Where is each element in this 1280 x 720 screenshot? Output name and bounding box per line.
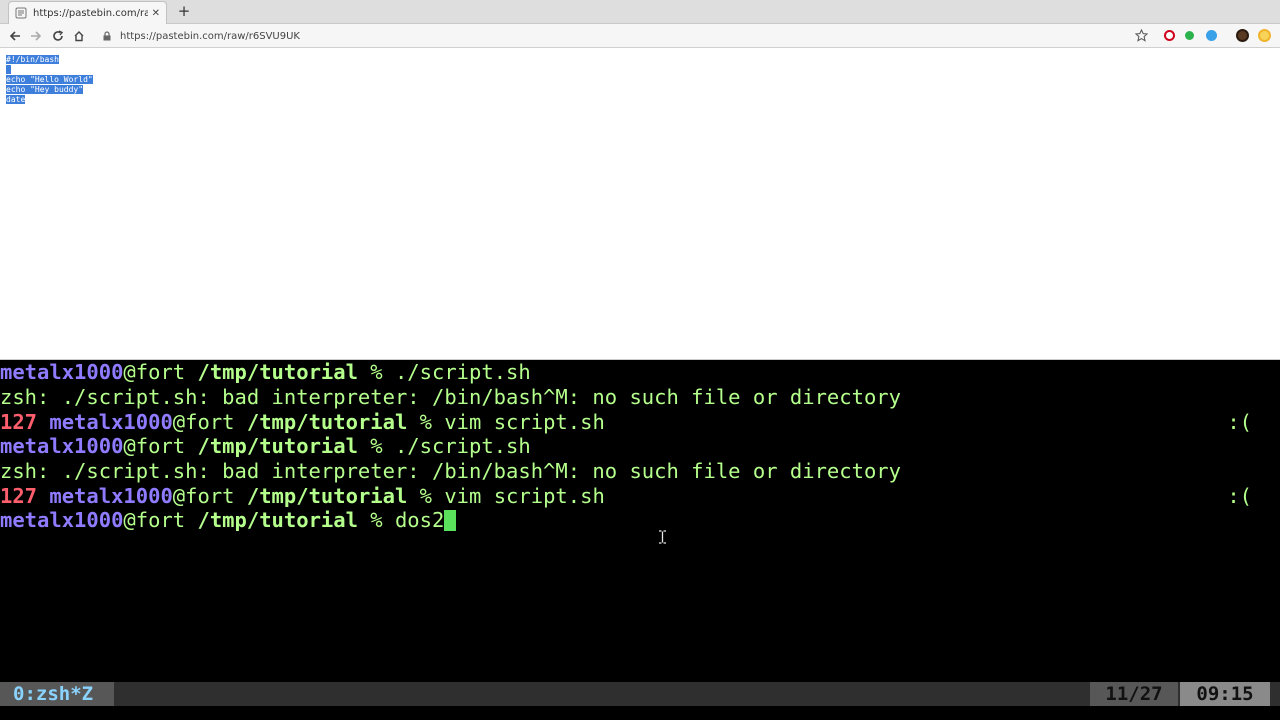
tmux-clock: 09:15 [1180, 682, 1270, 706]
browser-tab[interactable]: https://pastebin.com/raw/r6SVU9UK ✕ [8, 1, 167, 24]
paste-line: date [6, 95, 26, 104]
new-tab-icon[interactable]: + [176, 3, 192, 20]
terminal-input-line[interactable]: metalx1000@fort /tmp/tutorial % dos2 [0, 508, 1280, 533]
sad-face-rprompt: :( [1227, 484, 1252, 508]
browser-toolbar: https://pastebin.com/raw/r6SVU9UK [0, 24, 1280, 48]
tmux-status-bar: 0:zsh*Z 11/27 09:15 [0, 682, 1280, 706]
tab-strip: https://pastebin.com/raw/r6SVU9UK ✕ + [0, 0, 1280, 24]
bottom-gap [0, 706, 1280, 720]
raw-paste-content[interactable]: #!/bin/bash echo "Hello World" echo "Hey… [0, 49, 1280, 359]
mouse-ibeam-cursor-icon [659, 530, 666, 544]
tab-close-icon[interactable]: ✕ [152, 8, 160, 19]
home-icon[interactable] [71, 28, 87, 44]
reload-icon[interactable] [50, 28, 66, 44]
browser-window: https://pastebin.com/raw/r6SVU9UK ✕ + ht… [0, 0, 1280, 360]
lock-icon [103, 31, 111, 41]
sad-face-rprompt: :( [1227, 410, 1252, 434]
address-url: https://pastebin.com/raw/r6SVU9UK [120, 30, 300, 42]
profile-avatar[interactable] [1236, 29, 1249, 42]
green-extension-icon[interactable] [1185, 31, 1194, 40]
terminal-pane[interactable]: metalx1000@fort /tmp/tutorial % ./script… [0, 360, 1280, 682]
bookmark-star-icon[interactable] [1135, 29, 1148, 42]
address-bar[interactable]: https://pastebin.com/raw/r6SVU9UK [96, 27, 1154, 45]
back-icon[interactable] [7, 28, 23, 44]
paste-line: echo "Hey buddy" [6, 85, 84, 94]
terminal-cursor [444, 510, 457, 531]
sun-extension-icon[interactable] [1258, 29, 1271, 42]
forward-icon[interactable] [28, 28, 44, 44]
blue-extension-icon[interactable] [1206, 30, 1217, 41]
terminal-prompt-line: metalx1000@fort /tmp/tutorial % ./script… [0, 434, 531, 458]
tmux-window-tab[interactable]: 0:zsh*Z [0, 682, 114, 706]
paste-line: #!/bin/bash [6, 55, 59, 64]
terminal-prompt-line: 127 metalx1000@fort /tmp/tutorial % vim … [0, 410, 1252, 434]
paste-line: echo "Hello World" [6, 75, 93, 84]
terminal-prompt-line: 127 metalx1000@fort /tmp/tutorial % vim … [0, 484, 1252, 508]
paste-line [6, 65, 1274, 75]
terminal-prompt-line: metalx1000@fort /tmp/tutorial % ./script… [0, 360, 531, 384]
tmux-position-indicator: 11/27 [1090, 682, 1178, 706]
terminal-error-line: zsh: ./script.sh: bad interpreter: /bin/… [0, 385, 901, 409]
current-command-input: dos2 [394, 508, 445, 532]
page-favicon-icon [15, 7, 27, 19]
tab-title: https://pastebin.com/raw/r6SVU9UK [33, 7, 148, 19]
opera-extension-icon[interactable] [1164, 30, 1175, 41]
terminal-error-line: zsh: ./script.sh: bad interpreter: /bin/… [0, 459, 901, 483]
